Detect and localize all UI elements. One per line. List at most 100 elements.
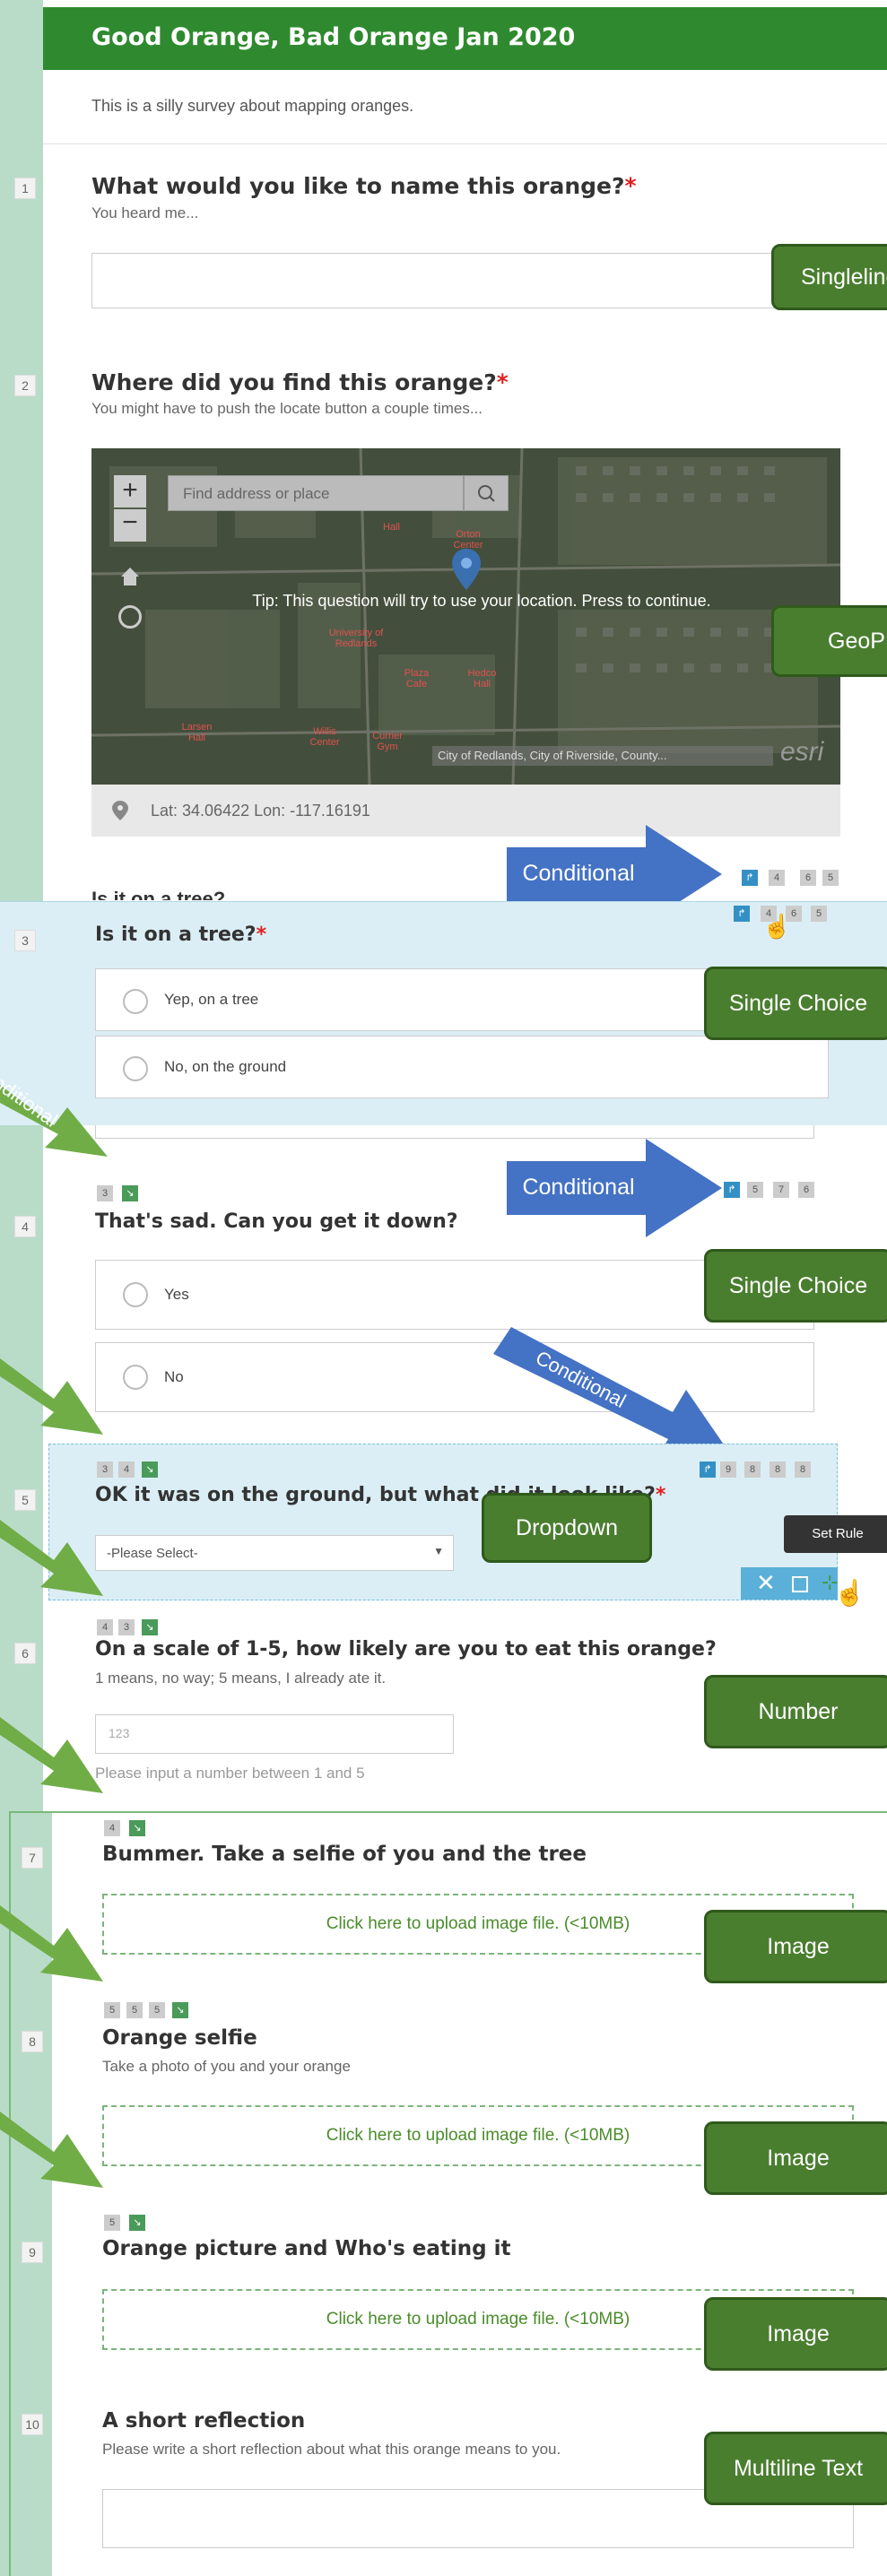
rule-icon: ↘ xyxy=(142,1461,158,1478)
map-label: University of Redlands xyxy=(328,628,384,649)
map-pin-icon xyxy=(450,547,483,592)
radio-icon[interactable] xyxy=(123,1056,148,1081)
rule-badge: 8 xyxy=(744,1461,761,1478)
chevron-down-icon: ▼ xyxy=(433,1545,444,1557)
rule-badge: 8 xyxy=(795,1461,811,1478)
type-tag-image: Image xyxy=(704,2121,887,2195)
rule-badge: 7 xyxy=(773,1182,789,1198)
map-search-button[interactable] xyxy=(464,475,509,511)
type-tag-geopoint: GeoP xyxy=(771,605,887,677)
coords-bar: Lat: 34.06422 Lon: -117.16191 xyxy=(91,785,840,837)
question-number: 7 xyxy=(22,1847,43,1869)
location-pin-icon xyxy=(112,801,128,820)
question-title: Where did you find this orange?* xyxy=(91,369,509,395)
map-label: Willis Center xyxy=(309,726,340,748)
home-icon[interactable] xyxy=(118,565,142,588)
map-label: Larsen Hall xyxy=(181,722,213,743)
coordinates: Lat: 34.06422 Lon: -117.16191 xyxy=(151,802,370,820)
duplicate-icon[interactable] xyxy=(792,1576,808,1592)
question-hint: Please write a short reflection about wh… xyxy=(102,2441,561,2458)
rule-icon: ↘ xyxy=(172,2002,188,2018)
question-title: That's sad. Can you get it down? xyxy=(95,1210,458,1233)
map-label: Plaza Cafe xyxy=(404,668,430,690)
rule-icon: ↘ xyxy=(129,2215,145,2231)
side-conditional-arrow xyxy=(0,1901,117,1991)
side-conditional-arrow xyxy=(0,1354,117,1444)
conditional-icon[interactable]: ↱ xyxy=(724,1182,740,1198)
map-tip: Tip: This question will try to use your … xyxy=(252,592,711,610)
zoom-out-button[interactable]: − xyxy=(114,509,146,542)
question-title: Bummer. Take a selfie of you and the tre… xyxy=(102,1843,587,1866)
cursor-icon: ☝ xyxy=(834,1579,865,1607)
radio-icon[interactable] xyxy=(123,1365,148,1390)
close-icon[interactable]: ✕ xyxy=(756,1569,776,1597)
type-tag-single-choice: Single Choice xyxy=(704,1249,887,1323)
survey-title: Good Orange, Bad Orange Jan 2020 xyxy=(91,23,576,51)
side-conditional-arrow xyxy=(0,1515,117,1605)
rule-badge: 5 xyxy=(822,870,839,886)
conditional-arrow: Conditional xyxy=(507,1139,722,1237)
rule-badge: 5 xyxy=(747,1182,763,1198)
question-title: On a scale of 1-5, how likely are you to… xyxy=(95,1638,717,1661)
question-number: 3 xyxy=(14,930,36,951)
source-badge: 5 xyxy=(149,2002,165,2018)
type-tag-image: Image xyxy=(704,1910,887,1983)
question-number: 6 xyxy=(14,1643,36,1664)
source-badge: 3 xyxy=(118,1619,135,1635)
source-badge: 5 xyxy=(104,2215,120,2231)
type-tag-number: Number xyxy=(704,1675,887,1748)
rule-badge: 4 xyxy=(769,870,785,886)
divider xyxy=(95,1125,814,1139)
rule-badge: 8 xyxy=(770,1461,786,1478)
divider xyxy=(43,143,887,144)
source-badge: 3 xyxy=(97,1185,113,1201)
cursor-icon: ☝ xyxy=(762,913,792,940)
conditional-icon[interactable]: ↱ xyxy=(742,870,758,886)
zoom-in-button[interactable]: + xyxy=(114,475,146,507)
question-title: Orange selfie xyxy=(102,2026,257,2050)
choice-option[interactable]: No, on the ground xyxy=(95,1036,829,1098)
rule-badge: 5 xyxy=(811,906,827,922)
side-conditional-arrow xyxy=(0,1713,117,1802)
type-tag-single-choice: Single Choice xyxy=(704,967,887,1040)
name-input[interactable] xyxy=(91,253,840,308)
side-conditional-arrow: Conditional xyxy=(0,1056,126,1166)
question-number: 9 xyxy=(22,2242,43,2263)
number-input[interactable]: 123 xyxy=(95,1714,454,1754)
question-title: Is it on a tree?* xyxy=(95,924,267,946)
source-badge: 5 xyxy=(104,2002,120,2018)
map-search-input[interactable]: Find address or place xyxy=(168,475,464,511)
question-hint: You might have to push the locate button… xyxy=(91,400,483,417)
map[interactable]: University of Redlands Orton Center Hall… xyxy=(91,448,840,785)
rule-icon: ↘ xyxy=(142,1619,158,1635)
conditional-icon[interactable]: ↱ xyxy=(700,1461,716,1478)
map-attribution: City of Redlands, City of Riverside, Cou… xyxy=(432,746,773,766)
map-label: Hedco Hall xyxy=(467,668,497,690)
rule-badge: 9 xyxy=(720,1461,736,1478)
question-number: 5 xyxy=(14,1489,36,1511)
locate-icon[interactable] xyxy=(118,605,142,629)
validation-text: Please input a number between 1 and 5 xyxy=(95,1765,365,1782)
question-hint: 1 means, no way; 5 means, I already ate … xyxy=(95,1670,387,1687)
radio-icon[interactable] xyxy=(123,989,148,1014)
dropdown-select[interactable]: -Please Select- ▼ xyxy=(95,1535,454,1571)
question-hint: You heard me... xyxy=(91,204,199,221)
esri-logo: esri xyxy=(780,737,824,767)
question-hint: Take a photo of you and your orange xyxy=(102,2058,351,2075)
question-5-panel[interactable] xyxy=(48,1444,838,1600)
conditional-icon[interactable]: ↱ xyxy=(734,906,750,922)
question-number: 8 xyxy=(22,2031,43,2052)
type-tag-image: Image xyxy=(704,2297,887,2371)
question-title: Orange picture and Who's eating it xyxy=(102,2237,511,2260)
side-conditional-arrow xyxy=(0,2107,117,2197)
question-number: 2 xyxy=(14,375,36,396)
survey-header: Good Orange, Bad Orange Jan 2020 xyxy=(43,7,887,70)
type-tag-multiline: Multiline Text xyxy=(704,2432,887,2505)
rule-icon: ↘ xyxy=(129,1820,145,1836)
survey-description: This is a silly survey about mapping ora… xyxy=(91,97,414,115)
radio-icon[interactable] xyxy=(123,1282,148,1307)
source-badge: 3 xyxy=(97,1461,113,1478)
question-number: 1 xyxy=(14,178,36,199)
source-badge: 5 xyxy=(126,2002,143,2018)
question-title: A short reflection xyxy=(102,2409,306,2433)
